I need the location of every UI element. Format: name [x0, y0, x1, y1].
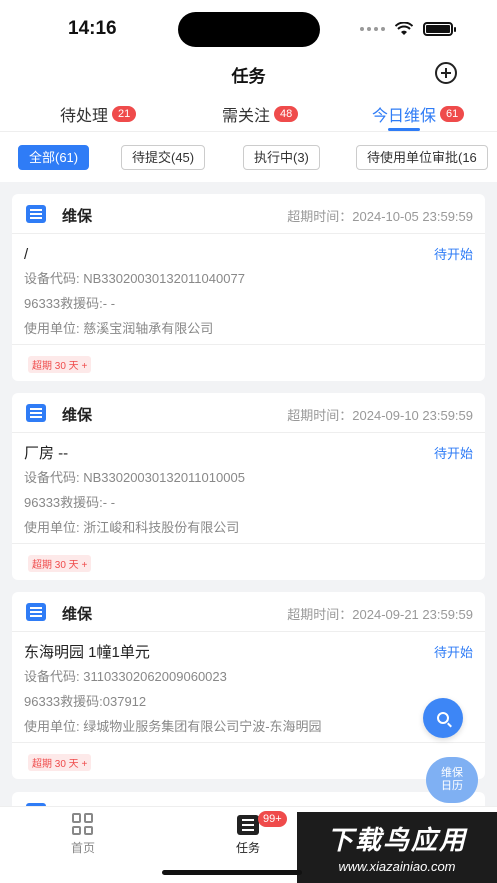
tab-today-maintenance[interactable]: 今日维保 61 [372, 102, 465, 126]
overdue-time: 超期时间：2024-09-21 23:59:59 [287, 607, 473, 622]
status-bar: 14:16 [0, 0, 497, 58]
page-title: 任务 [231, 67, 266, 86]
filter-to-submit[interactable]: 待提交(45) [121, 145, 206, 170]
task-list: 维保 超期时间：2024-10-05 23:59:59 / 待开始 设备代码: … [0, 182, 497, 806]
location-title: 东海明园 1幢1单元 [24, 644, 150, 661]
active-tab-indicator [388, 128, 420, 131]
task-type: 维保 [62, 407, 93, 424]
overdue-tag: 超期 30 天 + [28, 555, 92, 572]
calendar-label-line1: 维保 [441, 767, 463, 779]
device-code: 设备代码: 31103302062009060023 [24, 669, 227, 684]
grid-icon [72, 813, 94, 835]
tab-attention[interactable]: 需关注 48 [222, 102, 299, 126]
task-type: 维保 [62, 208, 93, 225]
tab-badge: 21 [112, 106, 137, 122]
signal-icon [360, 27, 385, 31]
card-footer: 超期 30 天 + [12, 345, 485, 381]
filter-chips: 全部(61) 待提交(45) 执行中(3) 待使用单位审批(16 [0, 132, 497, 182]
battery-icon [423, 22, 456, 36]
wifi-icon [395, 22, 413, 35]
rescue-code: 96333救援码:- - [24, 495, 116, 510]
card-body: 厂房 -- 待开始 设备代码: NB33020030132011010005 9… [12, 433, 485, 544]
location-title: 厂房 -- [24, 445, 69, 462]
home-indicator [162, 870, 302, 875]
card-header: 维保 超期时间：2024-09-21 23:59:59 [12, 592, 485, 632]
overdue-time: 超期时间：2024-09-10 23:59:59 [287, 408, 473, 423]
card-body: / 待开始 设备代码: NB33020030132011040077 96333… [12, 234, 485, 345]
card-footer: 超期 30 天 + [12, 544, 485, 580]
filter-all[interactable]: 全部(61) [18, 145, 90, 170]
filter-in-progress[interactable]: 执行中(3) [243, 145, 320, 170]
tabbar-tasks[interactable]: 99+ 任务 [218, 811, 287, 856]
task-card[interactable]: 维保 超期时间：2024-10-05 23:59:59 / 待开始 设备代码: … [12, 194, 485, 381]
add-circle-icon[interactable] [435, 62, 457, 84]
card-header [12, 792, 485, 806]
device-code: 设备代码: NB33020030132011040077 [24, 271, 245, 286]
nav-bar: 任务 [0, 58, 497, 90]
card-header: 维保 超期时间：2024-09-10 23:59:59 [12, 393, 485, 433]
watermark-url: www.xiazainiao.com [338, 859, 456, 874]
rescue-code: 96333救援码:- - [24, 296, 116, 311]
using-unit: 使用单位: 慈溪宝润轴承有限公司 [24, 321, 214, 336]
list-icon [26, 603, 46, 621]
task-list-icon [237, 815, 259, 835]
overdue-tag: 超期 30 天 + [28, 356, 92, 373]
tabbar-home[interactable]: 首页 [53, 813, 113, 856]
calendar-label-line2: 日历 [441, 780, 463, 792]
using-unit: 使用单位: 浙江峻和科技股份有限公司 [24, 520, 240, 535]
status-icons [360, 22, 456, 36]
card-header: 维保 超期时间：2024-10-05 23:59:59 [12, 194, 485, 234]
tasks-badge: 99+ [258, 811, 287, 827]
overdue-time: 超期时间：2024-10-05 23:59:59 [287, 209, 473, 224]
maintenance-calendar-button[interactable]: 维保 日历 [426, 757, 478, 803]
overdue-tag: 超期 30 天 + [28, 754, 92, 771]
list-icon [26, 205, 46, 223]
device-code: 设备代码: NB33020030132011010005 [24, 470, 245, 485]
tabbar-label: 任务 [235, 841, 260, 855]
task-card[interactable]: 维保 超期时间：2024-09-21 23:59:59 东海明园 1幢1单元 待… [12, 592, 485, 779]
task-card[interactable] [12, 792, 485, 806]
dynamic-island [178, 12, 320, 47]
status-label: 待开始 [433, 247, 473, 262]
using-unit: 使用单位: 绿城物业服务集团有限公司宁波-东海明园 [24, 719, 322, 734]
tab-pending[interactable]: 待处理 21 [60, 102, 137, 126]
watermark-logo: 下载鸟应用 www.xiazainiao.com [297, 812, 497, 883]
rescue-code: 96333救援码:037912 [24, 694, 147, 709]
task-card[interactable]: 维保 超期时间：2024-09-10 23:59:59 厂房 -- 待开始 设备… [12, 393, 485, 580]
task-tabs: 待处理 21 需关注 48 今日维保 61 [0, 90, 497, 132]
tab-label: 待处理 [60, 108, 109, 125]
card-body: 东海明园 1幢1单元 待开始 设备代码: 3110330206200906002… [12, 632, 485, 743]
task-type: 维保 [62, 606, 93, 623]
filter-unit-approval[interactable]: 待使用单位审批(16 [356, 145, 488, 170]
tab-label: 今日维保 [372, 108, 437, 125]
list-icon [26, 404, 46, 422]
location-title: / [24, 246, 29, 263]
tab-badge: 48 [274, 106, 299, 122]
status-label: 待开始 [433, 446, 473, 461]
tab-label: 需关注 [222, 108, 271, 125]
status-label: 待开始 [433, 645, 473, 660]
tab-badge: 61 [440, 106, 465, 122]
watermark-title: 下载鸟应用 [326, 825, 467, 855]
tabbar-label: 首页 [70, 841, 95, 855]
status-time: 14:16 [68, 18, 117, 39]
search-icon [437, 712, 449, 724]
search-button[interactable] [423, 698, 463, 738]
card-footer: 超期 30 天 + [12, 743, 485, 779]
